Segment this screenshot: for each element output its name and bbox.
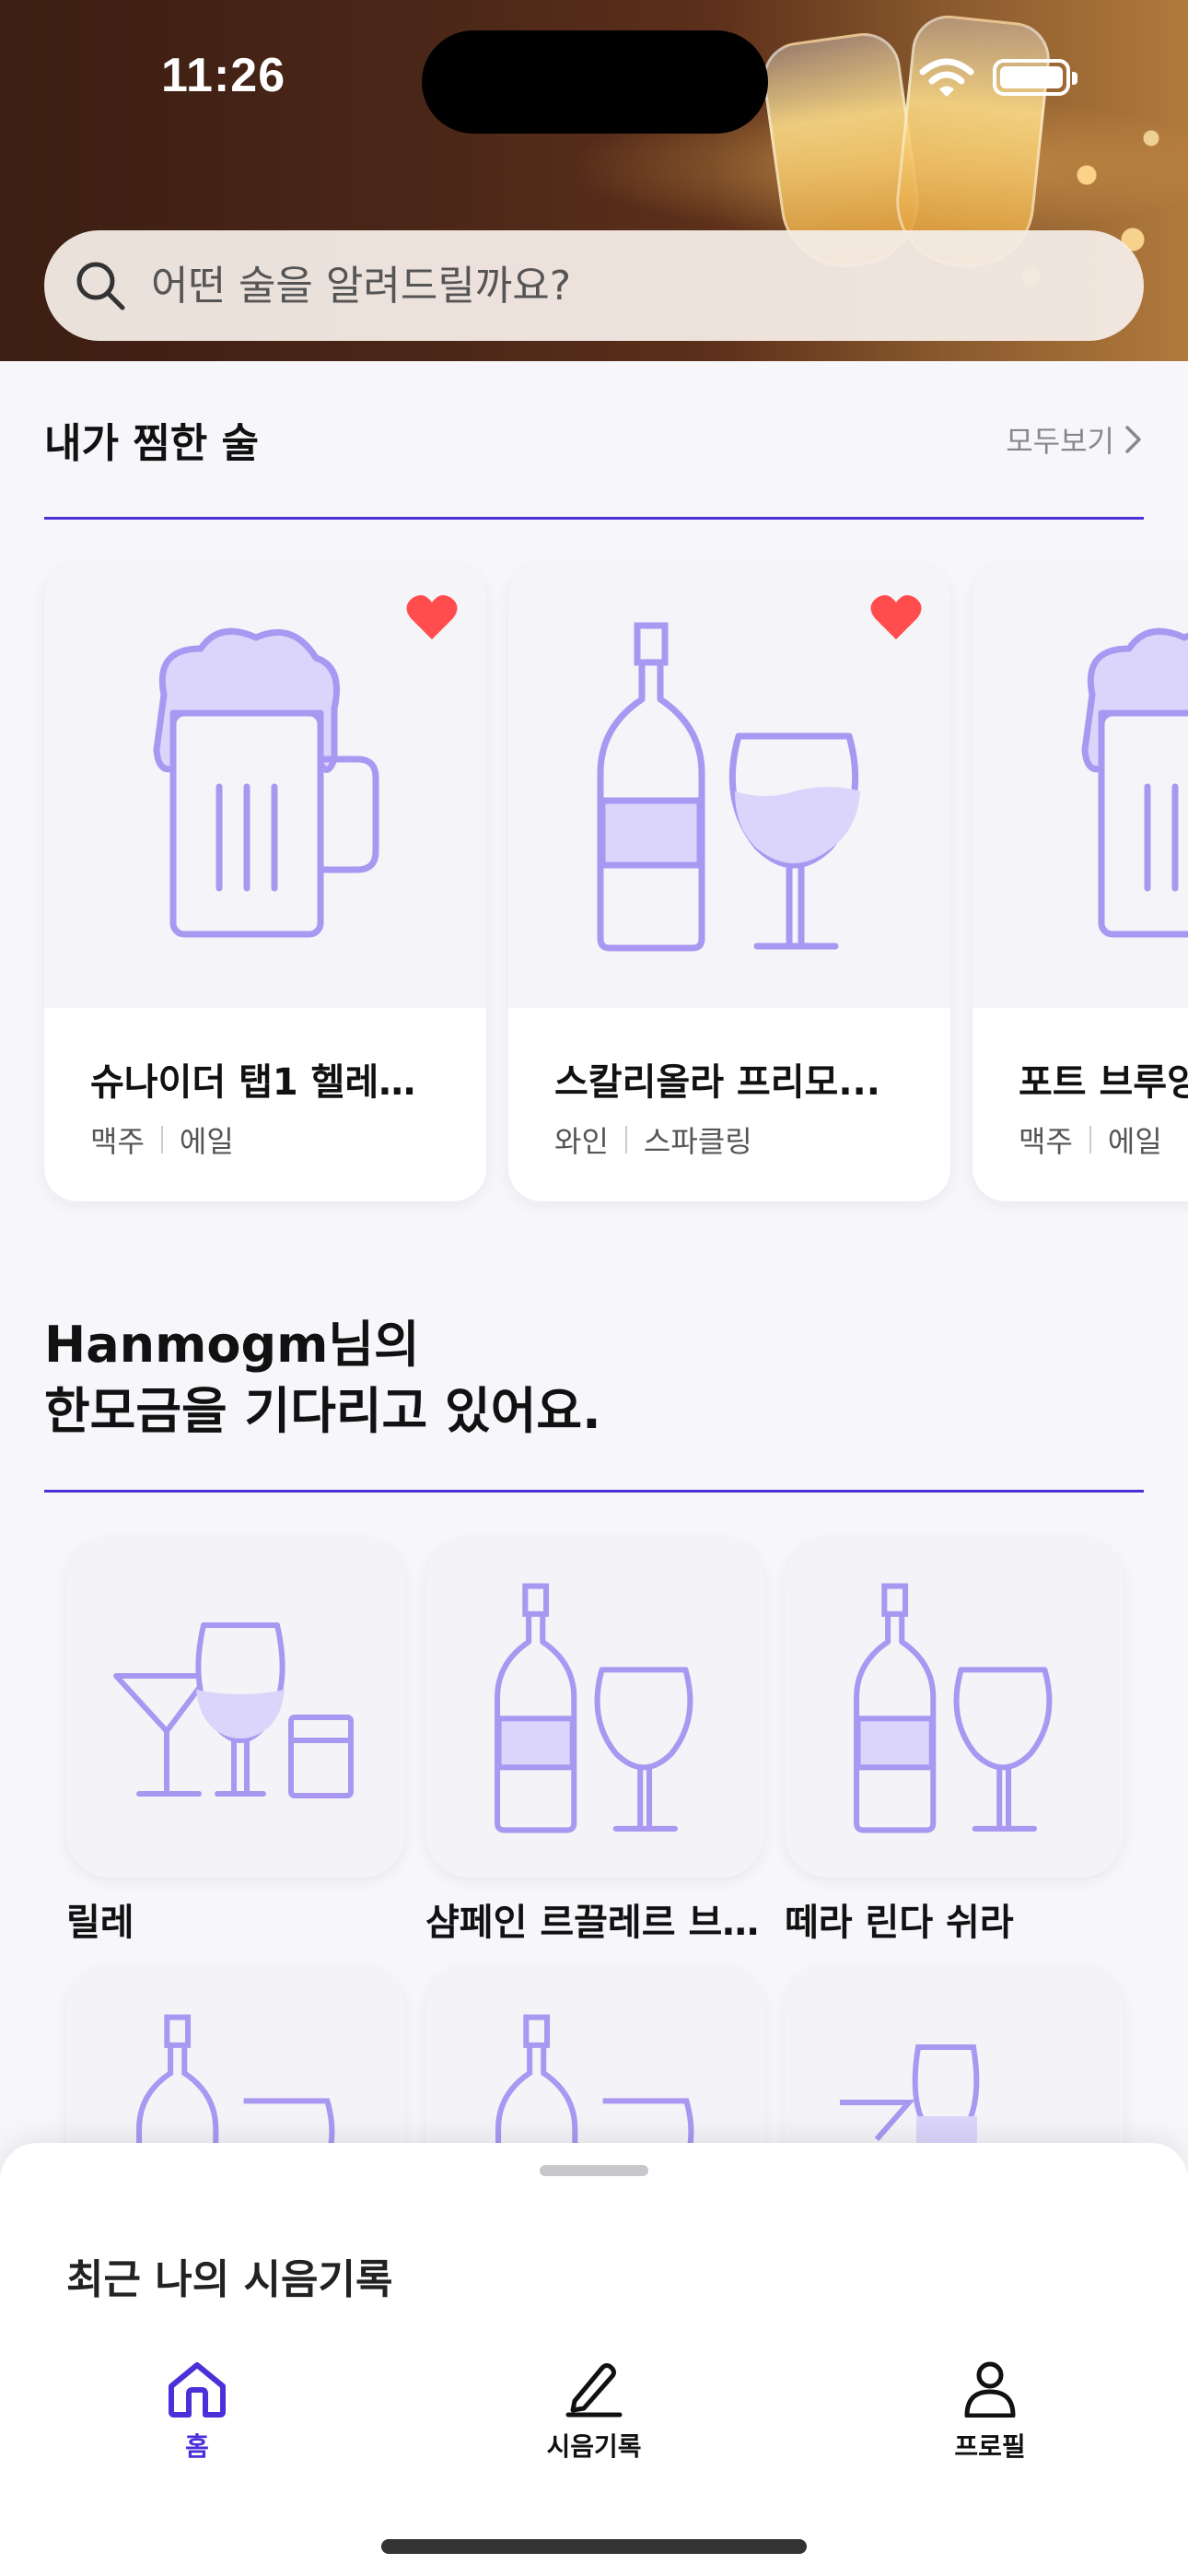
person-icon — [964, 2361, 1016, 2418]
tab-bar: 홈 시음기록 프로필 — [0, 2360, 1188, 2499]
wine-bottle-glass-icon — [854, 1583, 1053, 1833]
tab-home-label: 홈 — [185, 2431, 209, 2462]
tab-tasting-log[interactable]: 시음기록 — [483, 2360, 705, 2464]
beer-mug-icon — [153, 627, 379, 938]
drink-name: 릴레 — [66, 1902, 134, 1944]
pencil-icon — [565, 2363, 623, 2418]
sheet-title: 최근 나의 시음기록 — [66, 2256, 393, 2303]
favorite-tags: 와인 스파클링 — [554, 1118, 752, 1161]
heart-filled-icon[interactable] — [405, 593, 459, 641]
waiting-title-line2: 한모금을 기다리고 있어요. — [44, 1382, 601, 1440]
wine-bottle-glass-icon — [495, 1583, 693, 1833]
favorite-style: 에일 — [1107, 1124, 1162, 1159]
tab-profile[interactable]: 프로필 — [879, 2360, 1101, 2464]
favorites-divider — [44, 517, 1144, 520]
favorite-card-image — [973, 566, 1188, 1008]
wifi-icon — [919, 58, 974, 97]
app-screen: 11:26 내가 찜한 술 모두보기 — [0, 0, 1188, 2576]
favorite-card[interactable]: 슈나이더 탭1 헬레… 맥주 에일 — [44, 566, 486, 1201]
battery-icon — [993, 59, 1077, 96]
status-icons — [919, 57, 1077, 98]
home-indicator[interactable] — [381, 2539, 807, 2554]
favorite-tags: 맥주 에일 — [90, 1118, 234, 1161]
search-input[interactable] — [151, 262, 980, 310]
favorite-tags: 맥주 에일 — [1019, 1118, 1162, 1161]
favorite-category: 맥주 — [1019, 1124, 1073, 1159]
search-bar[interactable] — [44, 230, 1144, 341]
favorites-header: 내가 찜한 술 모두보기 — [44, 410, 1144, 469]
sheet-grabber[interactable] — [540, 2165, 648, 2176]
waiting-divider — [44, 1490, 1144, 1493]
tag-separator — [624, 1126, 627, 1153]
see-all-link[interactable]: 모두보기 — [1006, 418, 1144, 461]
search-icon — [76, 262, 125, 310]
dynamic-island — [422, 30, 768, 134]
tag-separator — [160, 1126, 163, 1153]
favorite-card-image — [44, 566, 486, 1008]
waiting-title: Hanmogm님의 한모금을 기다리고 있어요. — [44, 1312, 601, 1445]
tab-profile-label: 프로필 — [954, 2431, 1026, 2462]
home-icon — [169, 2362, 226, 2418]
see-all-label: 모두보기 — [1006, 424, 1114, 459]
drink-card[interactable] — [425, 1539, 764, 1878]
favorite-name: 포트 브루잉 — [1019, 1061, 1188, 1104]
heart-filled-icon[interactable] — [869, 593, 923, 641]
drink-card[interactable] — [66, 1539, 405, 1878]
favorite-category: 맥주 — [90, 1124, 145, 1159]
tab-home[interactable]: 홈 — [87, 2360, 308, 2464]
favorite-style: 에일 — [179, 1124, 234, 1159]
favorites-title: 내가 찜한 술 — [44, 420, 260, 467]
favorite-name: 슈나이더 탭1 헬레… — [90, 1061, 416, 1104]
chevron-right-icon — [1125, 426, 1141, 453]
favorite-style: 스파클링 — [643, 1124, 752, 1159]
tasting-log-sheet[interactable]: 최근 나의 시음기록 홈 시음기록 프로필 — [0, 2143, 1188, 2576]
drink-name: 샴페인 르끌레르 브… — [425, 1902, 760, 1944]
wine-bottle-glass-icon — [597, 622, 860, 952]
header-banner-image: 11:26 — [0, 0, 1188, 361]
cocktail-glasses-icon — [113, 1622, 354, 1798]
favorite-name: 스칼리올라 프리모... — [554, 1061, 880, 1104]
waiting-title-line1: Hanmogm님의 — [44, 1316, 420, 1374]
beer-mug-icon — [1081, 627, 1188, 938]
favorite-category: 와인 — [554, 1124, 609, 1159]
drink-card[interactable] — [785, 1539, 1124, 1878]
favorite-card[interactable]: 포트 브루잉 맥주 에일 — [973, 566, 1188, 1201]
drink-name: 떼라 린다 쉬라 — [785, 1902, 1014, 1944]
tag-separator — [1089, 1126, 1091, 1153]
status-time: 11:26 — [161, 49, 286, 102]
favorite-card-image — [508, 566, 950, 1008]
favorite-card[interactable]: 스칼리올라 프리모... 와인 스파클링 — [508, 566, 950, 1201]
tab-tasting-log-label: 시음기록 — [546, 2431, 642, 2462]
